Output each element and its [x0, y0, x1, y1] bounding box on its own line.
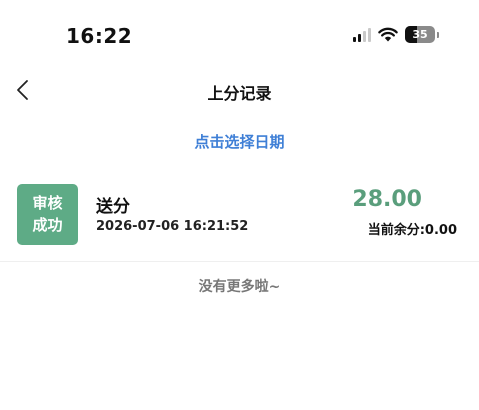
record-title: 送分	[96, 197, 130, 217]
battery-icon: 35	[405, 26, 435, 43]
date-picker-button[interactable]: 点击选择日期	[0, 131, 479, 152]
status-bar: 16:22 35	[0, 0, 479, 70]
status-badge: 审核 成功	[17, 184, 78, 245]
record-amount: 28.00	[352, 187, 422, 212]
status-badge-line2: 成功	[32, 216, 63, 234]
page-title: 上分记录	[207, 84, 272, 103]
record-datetime: 2026-07-06 16:21:52	[96, 219, 249, 234]
record-balance: 当前余分:0.00	[367, 223, 457, 238]
status-time: 16:22	[66, 24, 133, 48]
battery-level: 35	[412, 28, 428, 41]
status-icons: 35	[353, 26, 439, 43]
nav-bar: 上分记录	[0, 70, 479, 114]
battery-tip	[437, 31, 439, 38]
status-badge-line1: 审核	[32, 194, 63, 212]
cellular-signal-icon	[353, 27, 371, 42]
record-item[interactable]: 审核 成功 送分 2026-07-06 16:21:52 28.00 当前余分:…	[0, 178, 479, 262]
no-more-text: 没有更多啦~	[198, 279, 281, 295]
wifi-icon	[378, 27, 398, 42]
